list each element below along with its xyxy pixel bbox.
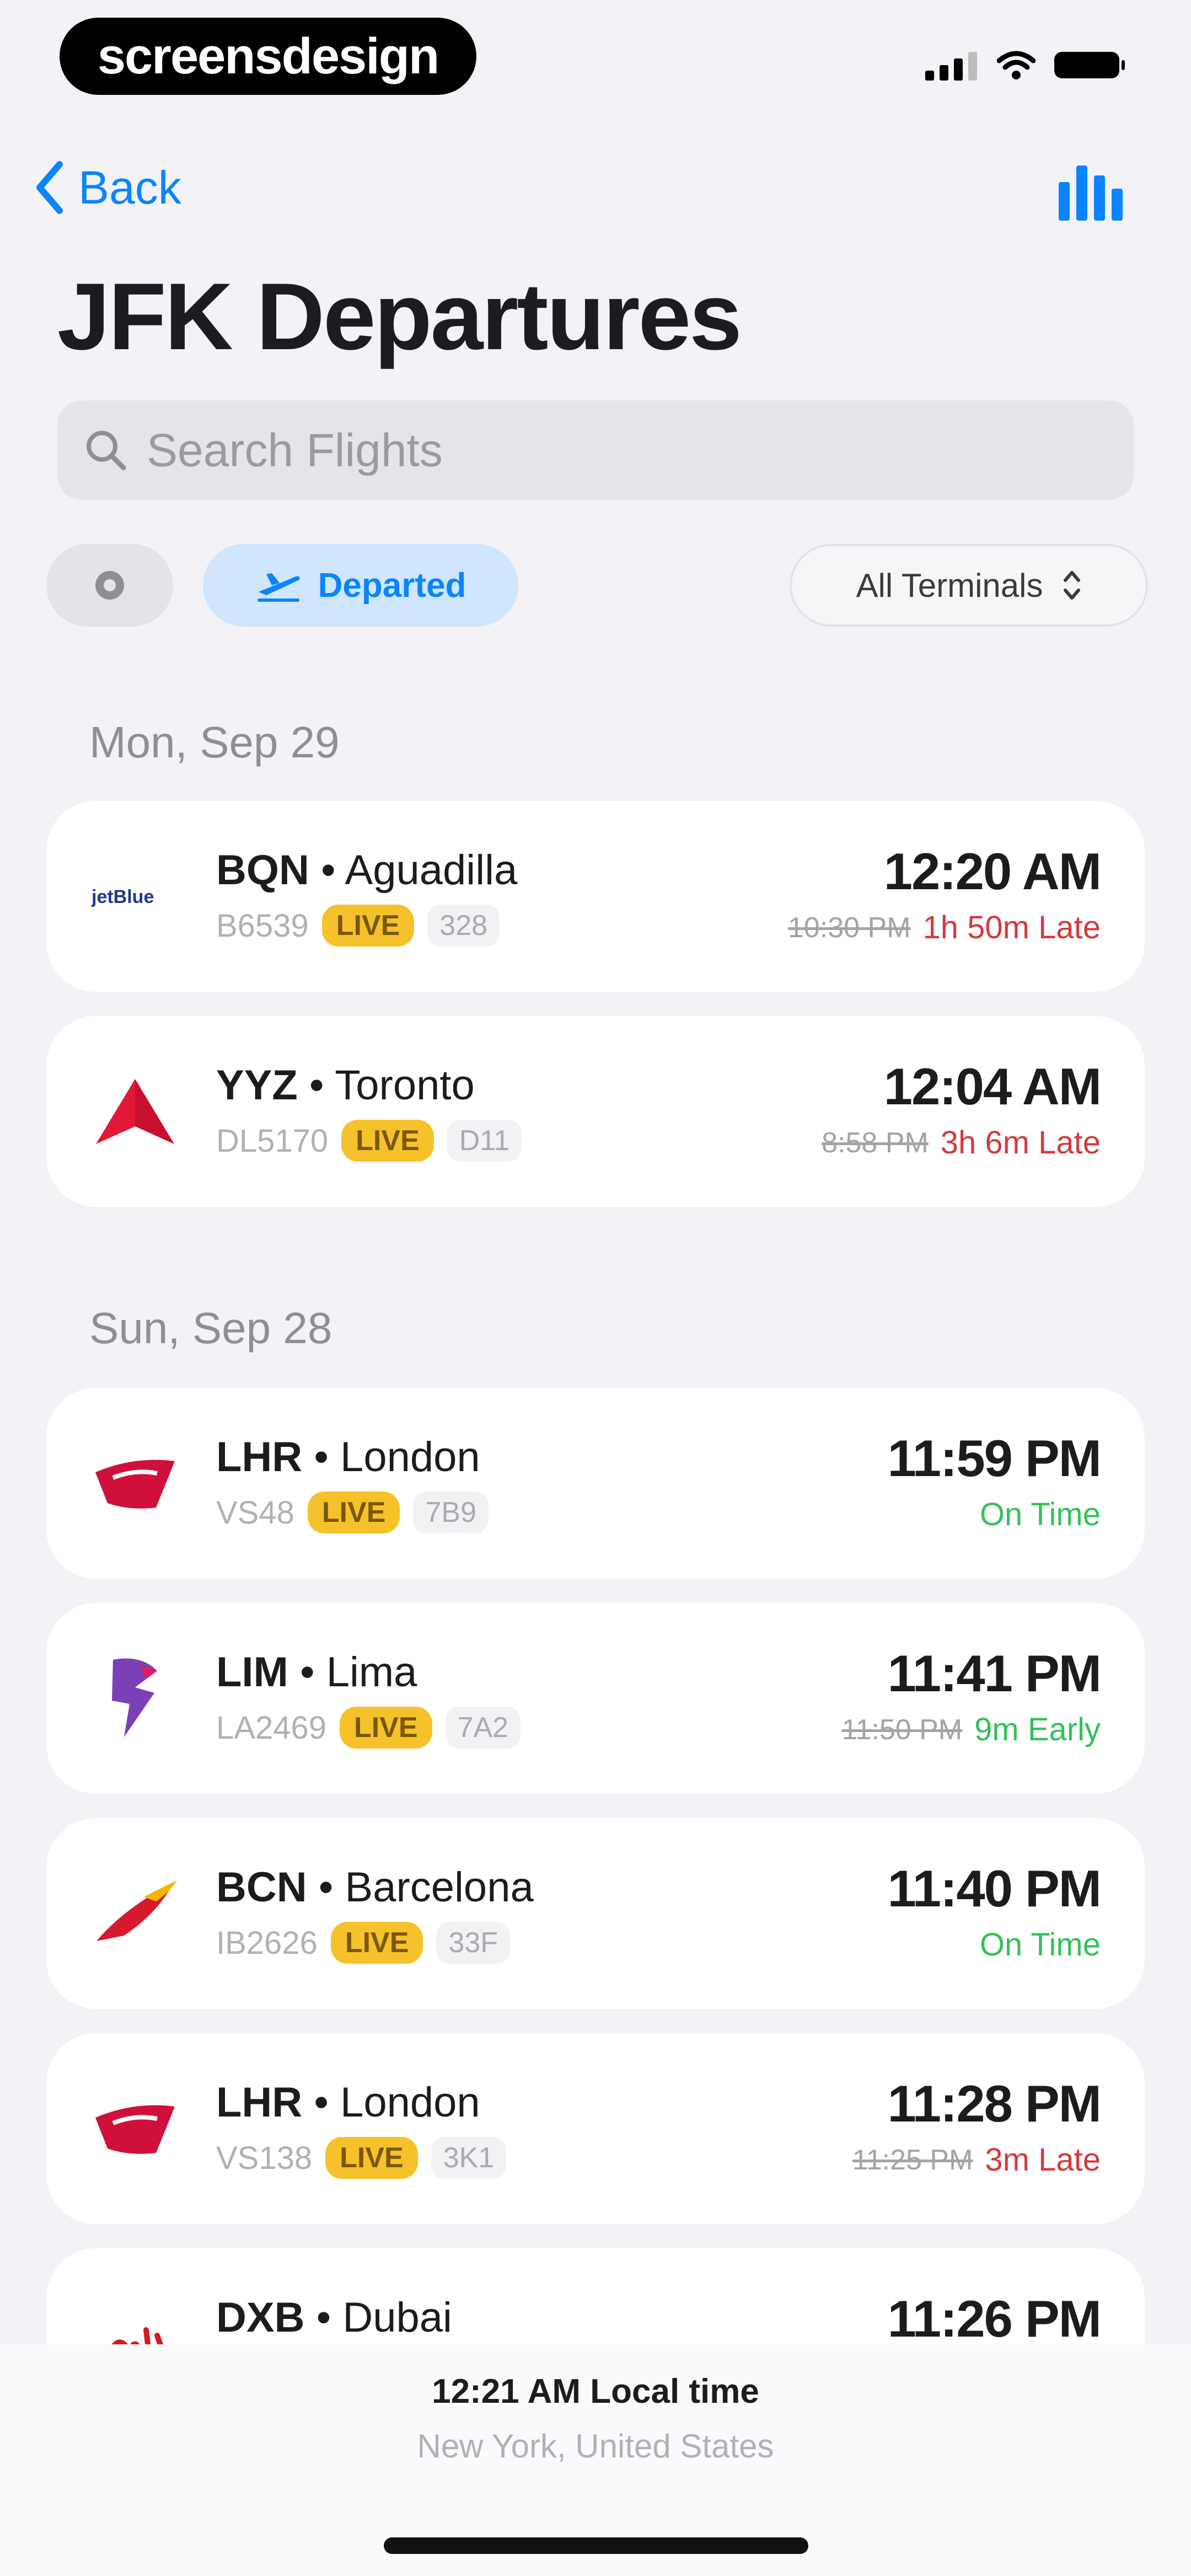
flight-number: IB2626 — [216, 1925, 318, 1961]
flight-status: On Time — [980, 1496, 1101, 1533]
departure-time: 11:41 PM — [887, 1644, 1102, 1702]
departure-time: 12:04 AM — [883, 1057, 1102, 1115]
flight-number: B6539 — [216, 907, 309, 944]
delay-status: 3h 6m Late — [940, 1125, 1101, 1161]
destination: DXB • Dubai — [216, 2294, 452, 2341]
destination: LIM • Lima — [216, 1649, 417, 1696]
local-location: New York, United States — [417, 2428, 774, 2465]
on-time-status: On Time — [979, 1927, 1101, 1963]
gate-badge: D11 — [447, 1120, 522, 1162]
destination: BQN • Aguadilla — [216, 847, 518, 894]
departure-time: 11:59 PM — [887, 1429, 1102, 1487]
flight-status: 11:25 PM 3m Late — [852, 2141, 1101, 2178]
svg-text:jetBlue: jetBlue — [91, 886, 154, 907]
flight-card[interactable]: LHR • London VS138 LIVE 3K1 11:28 PM 11:… — [46, 2033, 1145, 2224]
delay-status: 3m Late — [985, 2142, 1101, 2178]
departure-time: 11:26 PM — [887, 2290, 1102, 2348]
flight-number: VS138 — [216, 2140, 313, 2176]
flight-card[interactable]: LHR • London VS48 LIVE 7B9 11:59 PM On T… — [46, 1388, 1145, 1579]
scheduled-time: 11:25 PM — [852, 2144, 973, 2176]
settings-filter-button[interactable] — [46, 544, 173, 627]
screensdesign-logo: screensdesign — [60, 18, 476, 95]
flight-card[interactable]: BCN • Barcelona IB2626 LIVE 33F 11:40 PM… — [46, 1818, 1145, 2009]
search-placeholder: Search Flights — [147, 424, 443, 476]
jetblue-logo: jetBlue — [88, 849, 182, 943]
section-date-header: Sun, Sep 28 — [89, 1303, 332, 1353]
live-badge: LIVE — [307, 1492, 400, 1533]
gate-badge: 328 — [427, 905, 500, 947]
flight-status: On Time — [980, 1926, 1101, 1963]
on-time-status: On Time — [979, 1497, 1101, 1532]
scheduled-time: 10:30 PM — [787, 911, 911, 944]
status-icons — [925, 50, 1125, 81]
virgin-logo — [88, 1436, 182, 1530]
delay-status: 1h 50m Late — [922, 910, 1101, 945]
scheduled-time: 8:58 PM — [822, 1126, 929, 1159]
bar-chart-icon[interactable] — [1054, 160, 1126, 221]
flight-card[interactable]: YYZ • Toronto DL5170 LIVE D11 12:04 AM 8… — [46, 1016, 1145, 1207]
destination: LHR • London — [216, 2079, 480, 2126]
flight-meta: VS138 LIVE 3K1 — [216, 2137, 507, 2179]
flight-number: LA2469 — [216, 1709, 326, 1746]
chevron-left-icon — [36, 161, 63, 214]
flight-card[interactable]: jetBlue BQN • Aguadilla B6539 LIVE 328 1… — [46, 801, 1145, 992]
flight-number: DL5170 — [216, 1123, 329, 1159]
page-title: JFK Departures — [57, 264, 742, 370]
flight-meta: IB2626 LIVE 33F — [216, 1922, 511, 1964]
live-badge: LIVE — [325, 2137, 418, 2179]
departure-time: 12:20 AM — [883, 842, 1102, 900]
home-indicator[interactable] — [384, 2537, 808, 2554]
iberia-logo — [88, 1867, 182, 1960]
departed-label: Departed — [318, 566, 466, 605]
live-badge: LIVE — [321, 905, 415, 947]
back-button[interactable]: Back — [34, 160, 181, 215]
live-badge: LIVE — [339, 1707, 432, 1749]
early-status: 9m Early — [974, 1712, 1101, 1747]
back-label: Back — [78, 161, 181, 213]
departure-time: 11:28 PM — [887, 2075, 1102, 2133]
delta-logo — [88, 1065, 182, 1158]
departure-time: 11:40 PM — [887, 1859, 1102, 1917]
flight-meta: VS48 LIVE 7B9 — [216, 1492, 489, 1533]
flight-number: VS48 — [216, 1494, 294, 1531]
flight-meta: B6539 LIVE 328 — [216, 905, 500, 947]
live-badge: LIVE — [330, 1922, 423, 1964]
section-date-header: Mon, Sep 29 — [89, 718, 340, 767]
gate-badge: 3K1 — [431, 2137, 507, 2179]
gate-badge: 7B9 — [413, 1492, 489, 1533]
virgin-logo — [88, 2082, 182, 2176]
plane-departure-icon — [257, 573, 300, 602]
gear-icon — [95, 571, 124, 600]
flight-meta: DL5170 LIVE D11 — [216, 1120, 522, 1162]
latam-logo — [88, 1652, 182, 1745]
gate-badge: 7A2 — [445, 1707, 521, 1749]
chevron-up-down-icon — [1063, 571, 1080, 600]
search-input[interactable]: Search Flights — [57, 400, 1134, 500]
destination: YYZ • Toronto — [216, 1062, 475, 1109]
flight-status: 8:58 PM 3h 6m Late — [822, 1124, 1101, 1161]
gate-badge: 33F — [436, 1922, 511, 1964]
destination: BCN • Barcelona — [216, 1864, 534, 1911]
search-icon — [87, 431, 126, 471]
local-time: 12:21 AM Local time — [432, 2372, 759, 2411]
live-badge: LIVE — [341, 1120, 434, 1162]
destination: LHR • London — [216, 1434, 480, 1481]
wifi-icon — [997, 51, 1036, 79]
cellular-signal-icon — [925, 52, 977, 81]
flight-meta: LA2469 LIVE 7A2 — [216, 1707, 521, 1749]
flight-card[interactable]: LIM • Lima LA2469 LIVE 7A2 11:41 PM 11:5… — [46, 1603, 1145, 1794]
terminal-label: All Terminals — [856, 566, 1043, 604]
flight-status: 10:30 PM 1h 50m Late — [788, 909, 1101, 946]
battery-icon — [1054, 52, 1125, 78]
departed-filter-chip[interactable]: Departed — [203, 544, 518, 627]
terminal-selector[interactable]: All Terminals — [790, 544, 1148, 627]
scheduled-time: 11:50 PM — [841, 1713, 963, 1746]
flight-status: 11:50 PM 9m Early — [841, 1711, 1101, 1748]
